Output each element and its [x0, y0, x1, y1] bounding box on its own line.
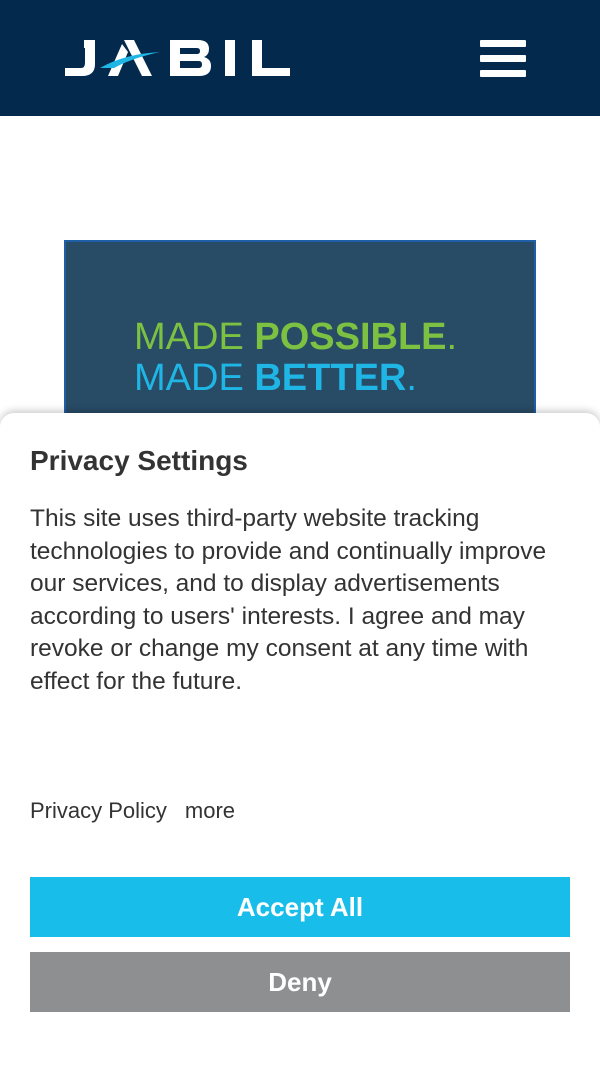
tagline-made-better: MADE BETTER.: [134, 357, 417, 399]
tagline-made-possible: MADE POSSIBLE.: [134, 316, 458, 358]
site-header: [0, 0, 600, 116]
jabil-logo-mark: [65, 40, 290, 76]
accept-all-button[interactable]: Accept All: [30, 877, 570, 937]
jabil-logo[interactable]: [62, 38, 292, 78]
menu-bar: [480, 40, 526, 47]
privacy-title: Privacy Settings: [30, 445, 248, 476]
deny-button[interactable]: Deny: [30, 952, 570, 1012]
menu-bar: [480, 70, 526, 77]
hero-banner: MADE POSSIBLE. MADE BETTER.: [64, 240, 536, 440]
privacy-settings-panel: Privacy Settings This site uses third-pa…: [0, 413, 600, 1065]
privacy-description: This site uses third-party website track…: [30, 505, 547, 695]
more-link[interactable]: more: [185, 798, 235, 823]
hamburger-menu-icon[interactable]: [480, 40, 526, 78]
privacy-policy-link[interactable]: Privacy Policy: [30, 798, 167, 823]
privacy-links: Privacy Policy more: [30, 798, 235, 824]
menu-bar: [480, 55, 526, 62]
